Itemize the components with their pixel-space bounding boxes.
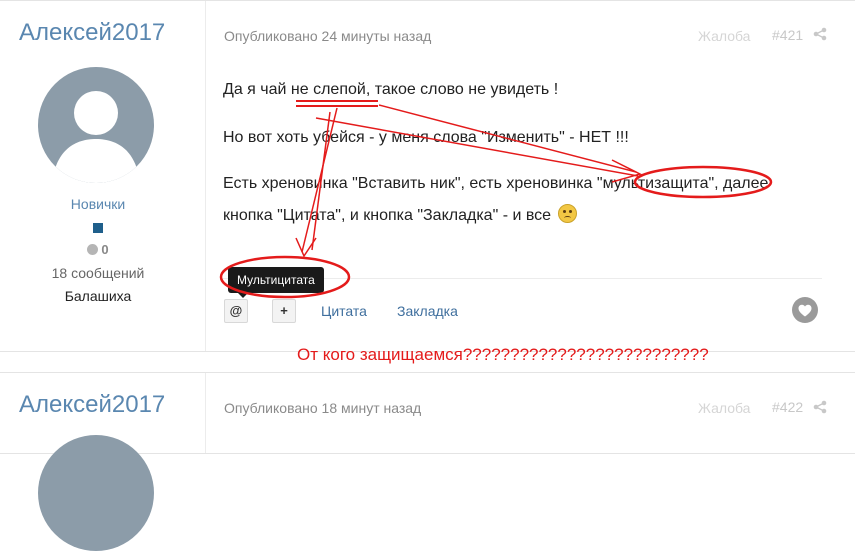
author-name[interactable]: Алексей2017 (19, 391, 165, 419)
location: Балашиха (64, 288, 132, 304)
share-icon[interactable] (813, 27, 827, 41)
avatar[interactable] (38, 435, 154, 551)
author-panel: Алексей2017 Новички 0 18 сообщений Балаш… (0, 1, 206, 351)
reputation-icon (87, 244, 99, 255)
annotation-text: От кого защищаемся??????????????????????… (297, 345, 709, 364)
report-link[interactable]: Жалоба (698, 400, 750, 416)
content-line: Но вот хоть убейся - у меня слова "Измен… (223, 129, 629, 146)
report-link[interactable]: Жалоба (698, 28, 750, 44)
content-text: кнопка "Цитата", и кнопка "Закладка" - и… (223, 207, 552, 224)
content-line-last: кнопка "Цитата", и кнопка "Закладка" - и… (223, 204, 577, 225)
user-group: Новички (70, 196, 126, 212)
published-time[interactable]: Опубликовано 18 минут назад (224, 400, 421, 416)
reputation-badge: 0 (0, 242, 196, 257)
like-button[interactable] (792, 297, 818, 323)
share-icon[interactable] (813, 400, 827, 414)
post-number[interactable]: #421 (772, 27, 803, 43)
post-number[interactable]: #422 (772, 399, 803, 415)
user-silhouette-icon (52, 91, 140, 183)
heart-icon (798, 304, 812, 317)
content-line: Да я чай не слепой, такое слово не увиде… (223, 81, 559, 98)
bookmark-button[interactable]: Закладка (397, 303, 458, 319)
content-line: Есть хреновинка "Вставить ник", есть хре… (223, 175, 769, 192)
sad-face-icon (557, 204, 577, 223)
author-panel: Алексей2017 (0, 373, 206, 551)
author-name[interactable]: Алексей2017 (19, 19, 165, 47)
reputation-value: 0 (101, 242, 109, 257)
post-422: Алексей2017 Опубликовано 18 минут назад … (0, 372, 855, 551)
multiquote-button[interactable]: + (272, 299, 296, 323)
post-421: Алексей2017 Новички 0 18 сообщений Балаш… (0, 0, 855, 352)
avatar[interactable] (38, 67, 154, 183)
published-time[interactable]: Опубликовано 24 минуты назад (224, 28, 431, 44)
quote-button[interactable]: Цитата (321, 303, 367, 319)
multiquote-tooltip: Мультицитата (228, 267, 324, 298)
rank-pip (93, 223, 103, 233)
post-count: 18 сообщений (51, 265, 145, 281)
